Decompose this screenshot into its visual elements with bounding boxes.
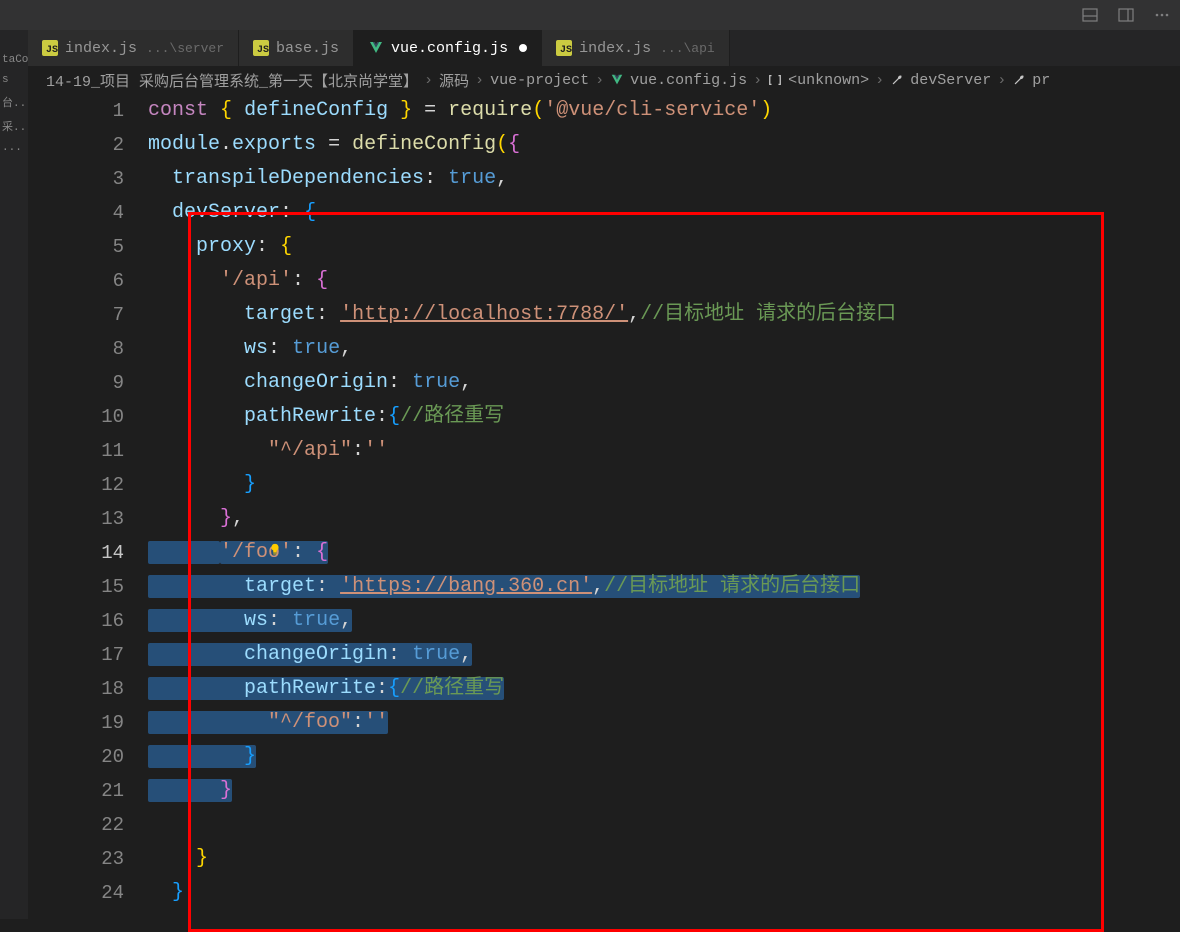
chevron-right-icon: › xyxy=(875,72,884,89)
tabs: JS index.js ...\server JS base.js vue.co… xyxy=(28,30,1180,66)
js-icon: JS xyxy=(42,40,58,56)
chevron-right-icon: › xyxy=(424,72,433,89)
code-line[interactable]: '/api': { xyxy=(148,264,1180,298)
code-area[interactable]: const { defineConfig } = require('@vue/c… xyxy=(148,94,1180,919)
code-line[interactable]: "^/foo":'' xyxy=(148,706,1180,740)
line-number: 17 xyxy=(28,638,124,672)
js-icon: JS xyxy=(556,40,572,56)
sidebar-item[interactable]: ... xyxy=(0,138,28,158)
line-number: 2 xyxy=(28,128,124,162)
code-line[interactable]: devServer: { xyxy=(148,196,1180,230)
code-line[interactable]: ws: true, xyxy=(148,332,1180,366)
chevron-right-icon: › xyxy=(595,72,604,89)
code-line[interactable]: } xyxy=(148,740,1180,774)
js-icon: JS xyxy=(253,40,269,56)
code-line[interactable]: changeOrigin: true, xyxy=(148,366,1180,400)
code-line[interactable]: ws: true, xyxy=(148,604,1180,638)
code-line[interactable]: }, xyxy=(148,502,1180,536)
line-number: 15 xyxy=(28,570,124,604)
chevron-right-icon: › xyxy=(475,72,484,89)
line-number: 6 xyxy=(28,264,124,298)
line-number: 16 xyxy=(28,604,124,638)
tab-label: index.js xyxy=(65,40,137,57)
code-line[interactable]: target: 'https://bang.360.cn',//目标地址 请求的… xyxy=(148,570,1180,604)
chevron-right-icon: › xyxy=(997,72,1006,89)
line-number: 13 xyxy=(28,502,124,536)
line-number: 5 xyxy=(28,230,124,264)
code-line[interactable]: } xyxy=(148,876,1180,910)
vue-icon xyxy=(368,40,384,56)
tab-label: vue.config.js xyxy=(391,40,508,57)
breadcrumb-item[interactable]: <unknown> xyxy=(788,72,869,89)
layout-icon[interactable] xyxy=(1118,7,1134,23)
code-line[interactable]: "^/api":'' xyxy=(148,434,1180,468)
svg-text:JS: JS xyxy=(257,45,269,56)
modified-indicator-icon xyxy=(519,44,527,52)
sidebar-item[interactable]: s xyxy=(0,70,28,90)
line-number: 10 xyxy=(28,400,124,434)
code-line[interactable]: const { defineConfig } = require('@vue/c… xyxy=(148,94,1180,128)
tab-index-server[interactable]: JS index.js ...\server xyxy=(28,30,239,66)
wrench-icon xyxy=(1012,73,1026,87)
tab-path: ...\api xyxy=(660,41,715,56)
tab-label: index.js xyxy=(579,40,651,57)
breadcrumb-item[interactable]: 14-19_项目 采购后台管理系统_第一天【北京尚学堂】 xyxy=(46,70,418,91)
breadcrumb-item[interactable]: pr xyxy=(1032,72,1050,89)
code-line[interactable]: changeOrigin: true, xyxy=(148,638,1180,672)
line-number: 3 xyxy=(28,162,124,196)
sidebar-item[interactable]: taCount xyxy=(0,50,28,70)
wrench-icon xyxy=(890,73,904,87)
line-number: 19 xyxy=(28,706,124,740)
sidebar-item[interactable]: 台... xyxy=(0,90,28,114)
tab-vue-config[interactable]: vue.config.js xyxy=(354,30,542,66)
line-number: 22 xyxy=(28,808,124,842)
line-number: 23 xyxy=(28,842,124,876)
tab-label: base.js xyxy=(276,40,339,57)
titlebar xyxy=(0,0,1180,30)
lightbulb-icon[interactable] xyxy=(268,543,282,557)
gutter: 1 2 3 4 5 6 7 8 9 10 11 12 13 14 15 16 1… xyxy=(28,94,148,919)
sidebar: taCount s 台... 采... ... xyxy=(0,30,28,919)
sidebar-item[interactable]: 采... xyxy=(0,114,28,138)
line-number: 12 xyxy=(28,468,124,502)
code-line[interactable] xyxy=(148,808,1180,842)
code-line[interactable]: target: 'http://localhost:7788/',//目标地址 … xyxy=(148,298,1180,332)
code-line[interactable]: proxy: { xyxy=(148,230,1180,264)
toggle-panel-icon[interactable] xyxy=(1082,7,1098,23)
breadcrumb-item[interactable]: 源码 xyxy=(439,70,469,91)
code-line[interactable]: '/foo': { xyxy=(148,536,1180,570)
brackets-icon xyxy=(768,73,782,87)
line-number: 1 xyxy=(28,94,124,128)
vue-icon xyxy=(610,73,624,87)
line-number: 21 xyxy=(28,774,124,808)
svg-text:JS: JS xyxy=(46,45,58,56)
line-number: 7 xyxy=(28,298,124,332)
line-number: 8 xyxy=(28,332,124,366)
tab-path: ...\server xyxy=(146,41,224,56)
line-number: 18 xyxy=(28,672,124,706)
breadcrumb-item[interactable]: vue.config.js xyxy=(630,72,747,89)
code-line[interactable]: transpileDependencies: true, xyxy=(148,162,1180,196)
code-line[interactable]: } xyxy=(148,774,1180,808)
line-number: 9 xyxy=(28,366,124,400)
line-number: 20 xyxy=(28,740,124,774)
line-number: 14 xyxy=(28,536,124,570)
tab-base[interactable]: JS base.js xyxy=(239,30,354,66)
line-number: 4 xyxy=(28,196,124,230)
code-line[interactable]: module.exports = defineConfig({ xyxy=(148,128,1180,162)
code-line[interactable]: pathRewrite:{//路径重写 xyxy=(148,672,1180,706)
code-line[interactable]: } xyxy=(148,468,1180,502)
breadcrumb: 14-19_项目 采购后台管理系统_第一天【北京尚学堂】 › 源码 › vue-… xyxy=(28,66,1180,94)
line-number: 11 xyxy=(28,434,124,468)
breadcrumb-item[interactable]: devServer xyxy=(910,72,991,89)
editor[interactable]: 1 2 3 4 5 6 7 8 9 10 11 12 13 14 15 16 1… xyxy=(28,94,1180,919)
tab-index-api[interactable]: JS index.js ...\api xyxy=(542,30,730,66)
line-number: 24 xyxy=(28,876,124,910)
code-line[interactable]: } xyxy=(148,842,1180,876)
svg-text:JS: JS xyxy=(560,45,572,56)
breadcrumb-item[interactable]: vue-project xyxy=(490,72,589,89)
code-line[interactable]: pathRewrite:{//路径重写 xyxy=(148,400,1180,434)
chevron-right-icon: › xyxy=(753,72,762,89)
more-icon[interactable] xyxy=(1154,7,1170,23)
